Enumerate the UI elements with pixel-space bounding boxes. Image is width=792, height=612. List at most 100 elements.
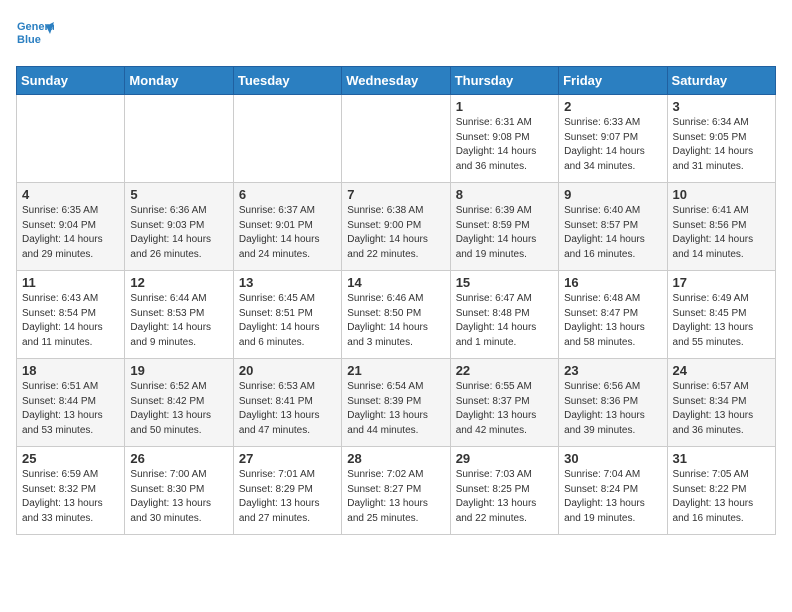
day-info: Sunrise: 7:05 AM Sunset: 8:22 PM Dayligh… (673, 468, 770, 526)
day-cell: 31 Sunrise: 7:05 AM Sunset: 8:22 PM Dayli… (667, 447, 775, 535)
day-number: 13 (239, 275, 336, 290)
day-cell: 24 Sunrise: 6:57 AM Sunset: 8:34 PM Dayli… (667, 359, 775, 447)
day-number: 15 (456, 275, 553, 290)
day-info: Sunrise: 6:41 AM Sunset: 8:56 PM Dayligh… (673, 204, 770, 262)
day-number: 11 (22, 275, 119, 290)
day-info: Sunrise: 7:02 AM Sunset: 8:27 PM Dayligh… (347, 468, 444, 526)
day-number: 16 (564, 275, 661, 290)
week-row-4: 18 Sunrise: 6:51 AM Sunset: 8:44 PM Dayli… (17, 359, 776, 447)
day-cell (17, 95, 125, 183)
day-number: 5 (130, 187, 227, 202)
day-cell: 18 Sunrise: 6:51 AM Sunset: 8:44 PM Dayli… (17, 359, 125, 447)
day-number: 22 (456, 363, 553, 378)
logo-icon: General Blue (16, 16, 54, 54)
day-number: 7 (347, 187, 444, 202)
week-row-3: 11 Sunrise: 6:43 AM Sunset: 8:54 PM Dayli… (17, 271, 776, 359)
day-cell: 27Sunrise: 7:01 AM Sunset: 8:29 PM Dayli… (233, 447, 341, 535)
week-row-5: 25Sunrise: 6:59 AM Sunset: 8:32 PM Dayli… (17, 447, 776, 535)
col-header-monday: Monday (125, 67, 233, 95)
day-info: Sunrise: 6:57 AM Sunset: 8:34 PM Dayligh… (673, 380, 770, 438)
day-number: 24 (673, 363, 770, 378)
day-number: 20 (239, 363, 336, 378)
day-number: 31 (673, 451, 770, 466)
day-info: Sunrise: 6:37 AM Sunset: 9:01 PM Dayligh… (239, 204, 336, 262)
day-number: 17 (673, 275, 770, 290)
day-info: Sunrise: 6:39 AM Sunset: 8:59 PM Dayligh… (456, 204, 553, 262)
day-number: 19 (130, 363, 227, 378)
day-number: 30 (564, 451, 661, 466)
day-cell: 13 Sunrise: 6:45 AM Sunset: 8:51 PM Dayli… (233, 271, 341, 359)
week-row-1: 1Sunrise: 6:31 AM Sunset: 9:08 PM Daylig… (17, 95, 776, 183)
day-cell: 23 Sunrise: 6:56 AM Sunset: 8:36 PM Dayli… (559, 359, 667, 447)
day-info: Sunrise: 6:31 AM Sunset: 9:08 PM Dayligh… (456, 116, 553, 174)
week-row-2: 4Sunrise: 6:35 AM Sunset: 9:04 PM Daylig… (17, 183, 776, 271)
day-info: Sunrise: 6:46 AM Sunset: 8:50 PM Dayligh… (347, 292, 444, 350)
day-cell (125, 95, 233, 183)
day-number: 14 (347, 275, 444, 290)
page-header: General Blue (16, 16, 776, 54)
day-info: Sunrise: 6:44 AM Sunset: 8:53 PM Dayligh… (130, 292, 227, 350)
day-info: Sunrise: 6:56 AM Sunset: 8:36 PM Dayligh… (564, 380, 661, 438)
col-header-wednesday: Wednesday (342, 67, 450, 95)
day-cell (233, 95, 341, 183)
day-cell: 2Sunrise: 6:33 AM Sunset: 9:07 PM Daylig… (559, 95, 667, 183)
day-number: 12 (130, 275, 227, 290)
col-header-thursday: Thursday (450, 67, 558, 95)
day-number: 23 (564, 363, 661, 378)
calendar-table: SundayMondayTuesdayWednesdayThursdayFrid… (16, 66, 776, 535)
day-number: 26 (130, 451, 227, 466)
day-info: Sunrise: 6:54 AM Sunset: 8:39 PM Dayligh… (347, 380, 444, 438)
col-header-sunday: Sunday (17, 67, 125, 95)
day-info: Sunrise: 6:55 AM Sunset: 8:37 PM Dayligh… (456, 380, 553, 438)
day-info: Sunrise: 6:43 AM Sunset: 8:54 PM Dayligh… (22, 292, 119, 350)
day-info: Sunrise: 6:59 AM Sunset: 8:32 PM Dayligh… (22, 468, 119, 526)
day-number: 6 (239, 187, 336, 202)
day-cell: 9 Sunrise: 6:40 AM Sunset: 8:57 PM Daylig… (559, 183, 667, 271)
day-cell: 28Sunrise: 7:02 AM Sunset: 8:27 PM Dayli… (342, 447, 450, 535)
day-cell: 22 Sunrise: 6:55 AM Sunset: 8:37 PM Dayli… (450, 359, 558, 447)
day-number: 8 (456, 187, 553, 202)
day-info: Sunrise: 6:40 AM Sunset: 8:57 PM Dayligh… (564, 204, 661, 262)
day-cell: 19Sunrise: 6:52 AM Sunset: 8:42 PM Dayli… (125, 359, 233, 447)
day-cell: 5 Sunrise: 6:36 AM Sunset: 9:03 PM Daylig… (125, 183, 233, 271)
day-cell: 25Sunrise: 6:59 AM Sunset: 8:32 PM Dayli… (17, 447, 125, 535)
day-number: 2 (564, 99, 661, 114)
day-cell: 6 Sunrise: 6:37 AM Sunset: 9:01 PM Daylig… (233, 183, 341, 271)
logo: General Blue (16, 16, 54, 54)
day-info: Sunrise: 6:53 AM Sunset: 8:41 PM Dayligh… (239, 380, 336, 438)
day-number: 9 (564, 187, 661, 202)
day-number: 27 (239, 451, 336, 466)
svg-text:Blue: Blue (17, 34, 41, 46)
day-cell: 3 Sunrise: 6:34 AM Sunset: 9:05 PM Daylig… (667, 95, 775, 183)
day-cell: 4Sunrise: 6:35 AM Sunset: 9:04 PM Daylig… (17, 183, 125, 271)
day-number: 3 (673, 99, 770, 114)
day-cell: 26 Sunrise: 7:00 AM Sunset: 8:30 PM Dayli… (125, 447, 233, 535)
calendar-header: SundayMondayTuesdayWednesdayThursdayFrid… (17, 67, 776, 95)
day-number: 10 (673, 187, 770, 202)
day-info: Sunrise: 6:34 AM Sunset: 9:05 PM Dayligh… (673, 116, 770, 174)
day-cell: 1Sunrise: 6:31 AM Sunset: 9:08 PM Daylig… (450, 95, 558, 183)
day-cell: 10 Sunrise: 6:41 AM Sunset: 8:56 PM Dayli… (667, 183, 775, 271)
day-info: Sunrise: 6:51 AM Sunset: 8:44 PM Dayligh… (22, 380, 119, 438)
logo-block: General Blue (16, 16, 54, 54)
day-number: 21 (347, 363, 444, 378)
col-header-saturday: Saturday (667, 67, 775, 95)
day-info: Sunrise: 7:00 AM Sunset: 8:30 PM Dayligh… (130, 468, 227, 526)
day-number: 18 (22, 363, 119, 378)
day-info: Sunrise: 6:49 AM Sunset: 8:45 PM Dayligh… (673, 292, 770, 350)
day-info: Sunrise: 7:03 AM Sunset: 8:25 PM Dayligh… (456, 468, 553, 526)
day-info: Sunrise: 6:47 AM Sunset: 8:48 PM Dayligh… (456, 292, 553, 350)
day-cell: 12 Sunrise: 6:44 AM Sunset: 8:53 PM Dayli… (125, 271, 233, 359)
day-cell: 17 Sunrise: 6:49 AM Sunset: 8:45 PM Dayli… (667, 271, 775, 359)
day-cell: 14 Sunrise: 6:46 AM Sunset: 8:50 PM Dayli… (342, 271, 450, 359)
col-header-friday: Friday (559, 67, 667, 95)
day-cell (342, 95, 450, 183)
day-cell: 21 Sunrise: 6:54 AM Sunset: 8:39 PM Dayli… (342, 359, 450, 447)
day-info: Sunrise: 6:45 AM Sunset: 8:51 PM Dayligh… (239, 292, 336, 350)
day-cell: 20 Sunrise: 6:53 AM Sunset: 8:41 PM Dayli… (233, 359, 341, 447)
day-info: Sunrise: 6:36 AM Sunset: 9:03 PM Dayligh… (130, 204, 227, 262)
day-info: Sunrise: 6:48 AM Sunset: 8:47 PM Dayligh… (564, 292, 661, 350)
day-info: Sunrise: 7:04 AM Sunset: 8:24 PM Dayligh… (564, 468, 661, 526)
col-header-tuesday: Tuesday (233, 67, 341, 95)
day-cell: 16 Sunrise: 6:48 AM Sunset: 8:47 PM Dayli… (559, 271, 667, 359)
